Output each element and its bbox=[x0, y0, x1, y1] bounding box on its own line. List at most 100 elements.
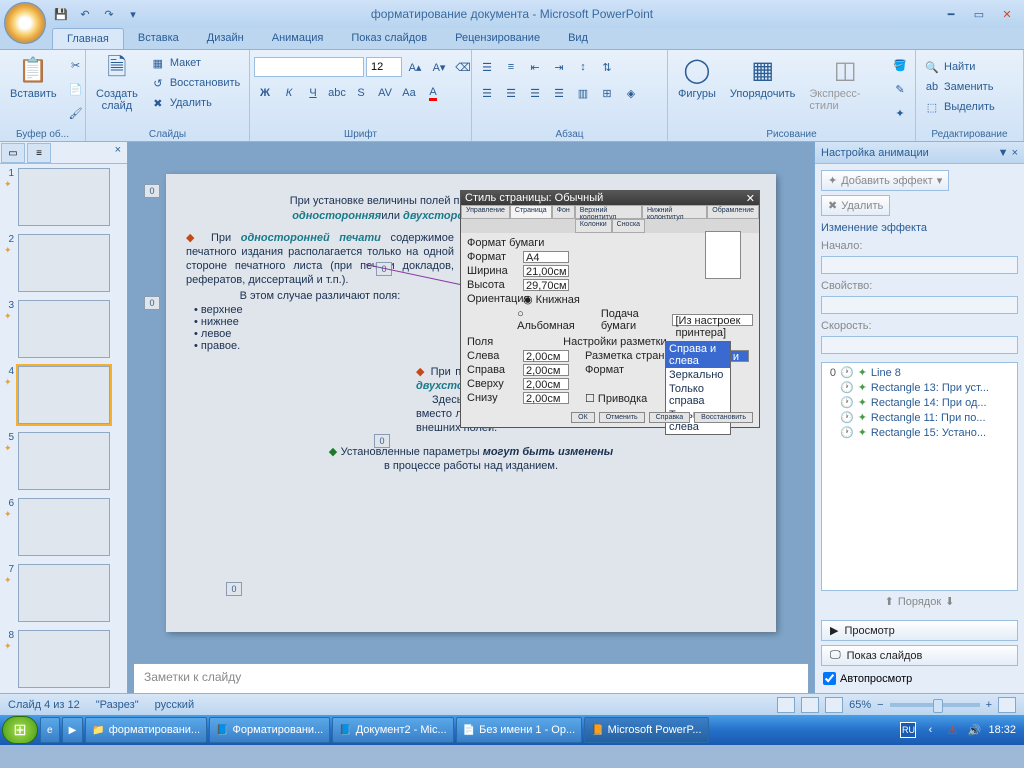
anim-marker[interactable]: 0 bbox=[144, 296, 160, 310]
animation-list[interactable]: 0🕐✦Line 8🕐✦Rectangle 13: При уст...🕐✦Rec… bbox=[821, 362, 1018, 591]
save-icon[interactable]: 💾 bbox=[52, 5, 70, 23]
panel-close-icon[interactable]: × bbox=[109, 142, 127, 163]
smartart-icon[interactable]: ◈ bbox=[620, 82, 642, 104]
shrink-font-icon[interactable]: A▾ bbox=[428, 56, 450, 78]
speed-select[interactable] bbox=[821, 336, 1018, 354]
shape-outline-icon[interactable]: ✎ bbox=[889, 78, 911, 100]
fit-window-icon[interactable] bbox=[998, 697, 1016, 713]
redo-icon[interactable]: ↷ bbox=[100, 5, 118, 23]
tab-home[interactable]: Главная bbox=[52, 28, 124, 49]
close-button[interactable]: ✕ bbox=[994, 5, 1020, 23]
bullets-icon[interactable]: ☰ bbox=[476, 56, 498, 78]
undo-icon[interactable]: ↶ bbox=[76, 5, 94, 23]
align-right-icon[interactable]: ☰ bbox=[524, 82, 546, 104]
slide-thumbnail[interactable] bbox=[18, 300, 110, 358]
normal-view-icon[interactable] bbox=[777, 697, 795, 713]
slides-tab-icon[interactable]: ▭ bbox=[1, 143, 25, 163]
find-button[interactable]: 🔍Найти bbox=[920, 58, 999, 76]
tab-animation[interactable]: Анимация bbox=[258, 28, 338, 49]
property-select[interactable] bbox=[821, 296, 1018, 314]
align-text-icon[interactable]: ⊞ bbox=[596, 82, 618, 104]
lang-indicator[interactable]: RU bbox=[900, 722, 916, 738]
italic-icon[interactable]: К bbox=[278, 82, 300, 104]
qat-more-icon[interactable]: ▾ bbox=[124, 5, 142, 23]
justify-icon[interactable]: ☰ bbox=[548, 82, 570, 104]
tab-design[interactable]: Дизайн bbox=[193, 28, 258, 49]
anim-marker[interactable]: 0 bbox=[144, 184, 160, 198]
task-item[interactable]: 📘 Документ2 - Mic... bbox=[332, 717, 453, 743]
tab-insert[interactable]: Вставка bbox=[124, 28, 193, 49]
shapes-button[interactable]: ◯Фигуры bbox=[672, 52, 722, 102]
task-item[interactable]: 📘 Форматировани... bbox=[209, 717, 330, 743]
language-indicator[interactable]: русский bbox=[155, 699, 194, 711]
slide-thumbnail[interactable] bbox=[18, 432, 110, 490]
numbering-icon[interactable]: ≡ bbox=[500, 56, 522, 78]
shadow-icon[interactable]: S bbox=[350, 82, 372, 104]
columns-icon[interactable]: ▥ bbox=[572, 82, 594, 104]
reorder-down-icon[interactable]: ⬇ bbox=[945, 595, 954, 608]
font-color-icon[interactable]: A bbox=[422, 82, 444, 104]
task-item[interactable]: 📁 форматировани... bbox=[85, 717, 207, 743]
quick-launch-wmp[interactable]: ▶ bbox=[62, 717, 84, 743]
minimize-button[interactable]: ━ bbox=[938, 5, 964, 23]
layout-button[interactable]: ▦Макет bbox=[146, 54, 244, 72]
slide-canvas[interactable]: 0 0 0 0 0 При установке величины полей п… bbox=[166, 174, 776, 632]
change-case-icon[interactable]: Aa bbox=[398, 82, 420, 104]
tray-volume-icon[interactable]: 🔊 bbox=[966, 722, 982, 738]
cut-icon[interactable]: ✂ bbox=[65, 54, 87, 76]
slideshow-button[interactable]: 🖵Показ слайдов bbox=[821, 645, 1018, 666]
restore-button[interactable]: ▭ bbox=[966, 5, 992, 23]
zoom-in-icon[interactable]: + bbox=[986, 699, 992, 711]
slide-thumbnail[interactable] bbox=[18, 498, 110, 556]
reorder-up-icon[interactable]: ⬆ bbox=[885, 595, 894, 608]
format-painter-icon[interactable]: 🖌 bbox=[65, 102, 87, 124]
pane-dropdown-icon[interactable]: ▼ bbox=[998, 147, 1009, 159]
clock[interactable]: 18:32 bbox=[988, 724, 1016, 736]
office-button[interactable] bbox=[4, 2, 46, 44]
slide-thumbnail[interactable] bbox=[18, 564, 110, 622]
indent-inc-icon[interactable]: ⇥ bbox=[548, 56, 570, 78]
pane-close-icon[interactable]: × bbox=[1012, 147, 1018, 159]
shape-effects-icon[interactable]: ✦ bbox=[889, 102, 911, 124]
clear-format-icon[interactable]: ⌫ bbox=[452, 56, 474, 78]
slide-thumbnail[interactable] bbox=[18, 366, 110, 424]
zoom-slider[interactable] bbox=[890, 703, 980, 707]
select-button[interactable]: ⬚Выделить bbox=[920, 98, 999, 116]
tab-view[interactable]: Вид bbox=[554, 28, 602, 49]
slide-thumbnail[interactable] bbox=[18, 234, 110, 292]
text-direction-icon[interactable]: ⇅ bbox=[596, 56, 618, 78]
outline-tab-icon[interactable]: ≡ bbox=[27, 143, 51, 163]
autopreview-checkbox[interactable]: Автопросмотр bbox=[821, 670, 1018, 687]
shape-fill-icon[interactable]: 🪣 bbox=[889, 54, 911, 76]
paste-button[interactable]: 📋Вставить bbox=[4, 52, 63, 102]
strike-icon[interactable]: abc bbox=[326, 82, 348, 104]
delete-slide-button[interactable]: ✖Удалить bbox=[146, 94, 244, 112]
slide-thumbnail[interactable] bbox=[18, 630, 110, 688]
delete-effect-button[interactable]: ✖Удалить bbox=[821, 195, 890, 216]
zoom-out-icon[interactable]: − bbox=[877, 699, 883, 711]
arrange-button[interactable]: ▦Упорядочить bbox=[724, 52, 801, 102]
sorter-view-icon[interactable] bbox=[801, 697, 819, 713]
tray-expand-icon[interactable]: ‹ bbox=[922, 722, 938, 738]
align-center-icon[interactable]: ☰ bbox=[500, 82, 522, 104]
slide-text[interactable]: ◆ Установленные параметры могут быть изм… bbox=[186, 444, 756, 472]
new-slide-button[interactable]: 🗎Создать слайд bbox=[90, 52, 144, 114]
replace-button[interactable]: abЗаменить bbox=[920, 78, 999, 96]
task-item[interactable]: 📄 Без имени 1 - Op... bbox=[456, 717, 582, 743]
quick-styles-button[interactable]: ◫Экспресс-стили bbox=[803, 52, 887, 114]
indent-dec-icon[interactable]: ⇤ bbox=[524, 56, 546, 78]
add-effect-button[interactable]: ✦Добавить эффект ▾ bbox=[821, 170, 949, 191]
copy-icon[interactable]: 📄 bbox=[65, 78, 87, 100]
underline-icon[interactable]: Ч bbox=[302, 82, 324, 104]
notes-pane[interactable]: Заметки к слайду bbox=[134, 663, 808, 693]
start-button[interactable]: ⊞ bbox=[2, 716, 38, 744]
anim-marker[interactable]: 0 bbox=[226, 582, 242, 596]
task-item-active[interactable]: 📙 Microsoft PowerP... bbox=[584, 717, 708, 743]
anim-marker[interactable]: 0 bbox=[374, 434, 390, 448]
start-select[interactable] bbox=[821, 256, 1018, 274]
slide-text[interactable]: ◆ При односторонней печати содержимое пе… bbox=[186, 230, 454, 302]
spacing-icon[interactable]: AV bbox=[374, 82, 396, 104]
zoom-value[interactable]: 65% bbox=[849, 699, 871, 711]
slideshow-view-icon[interactable] bbox=[825, 697, 843, 713]
tray-security-icon[interactable]: ⚠ bbox=[944, 722, 960, 738]
